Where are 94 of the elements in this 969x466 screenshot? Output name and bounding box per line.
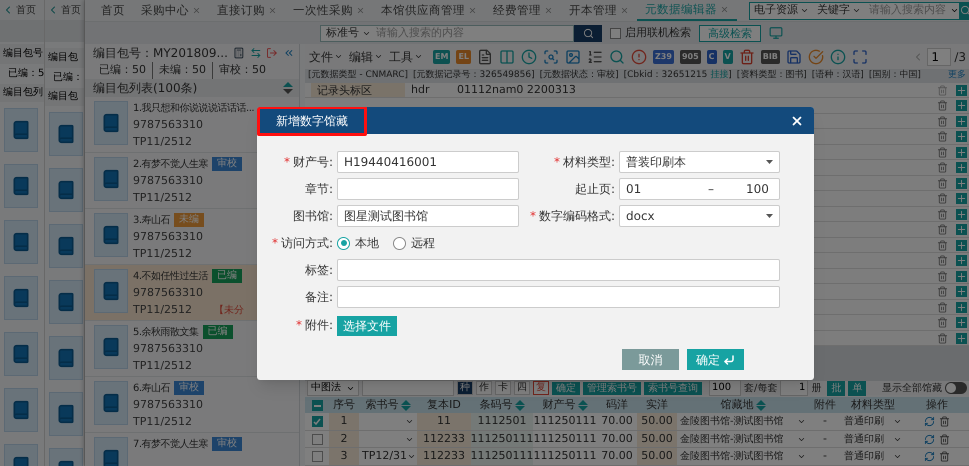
status-badge: 审校: [212, 437, 242, 451]
isbn-text: 9787563310: [133, 340, 204, 356]
field-label: 数字编码格式:: [538, 208, 615, 225]
info-text: [Cbkid：32651215 挂接]: [624, 69, 732, 82]
status-badge: 审校: [174, 381, 204, 395]
table-cell-text: 111250111: [534, 413, 596, 430]
table-cell-text: 112233: [423, 448, 465, 464]
table-cell-text: -: [823, 413, 827, 430]
table-cell-text: 111250111: [470, 430, 534, 447]
table-cell-text: 1: [340, 413, 348, 430]
info-text: [元数据记录号：326549856]: [413, 69, 535, 82]
table-cell-text: 3: [340, 448, 348, 464]
library-field: 图星测试图书馆: [337, 205, 519, 227]
table-cell-text: -: [823, 448, 827, 464]
table-cell-text: 70.00: [601, 413, 633, 430]
required-mark: *: [272, 235, 278, 252]
dialog-title: 新增数字馆藏: [257, 107, 367, 136]
copies-label: 册: [811, 382, 822, 396]
column-header: 实洋: [646, 397, 668, 414]
book-title: 3.寿山石: [133, 214, 170, 228]
book-title: 1.我只想和你说说说话话话...: [133, 102, 254, 116]
table-cell-text: -: [823, 430, 827, 447]
required-mark: *: [530, 208, 536, 225]
call-number: TP11/2512: [133, 302, 192, 318]
stats-text: 已编：5: [7, 66, 44, 81]
list-title: 编目包列表(100条): [93, 80, 198, 96]
package-label: 编目包号: [0, 44, 44, 64]
call-number: TP11/2512: [133, 358, 192, 374]
status-badge: 审校: [212, 157, 242, 171]
info-text: [元数据状态：审校]: [540, 69, 619, 82]
required-mark: *: [554, 154, 560, 171]
show-all-label: 显示全部馆藏: [882, 382, 942, 396]
table-cell-text: 70.00: [601, 430, 633, 447]
stats-text: 已编：: [52, 70, 84, 85]
field-tag: hdr: [405, 82, 451, 98]
table-cell-text: 50.00: [641, 430, 673, 447]
field-label: 备注:: [304, 289, 333, 306]
column-header: 附件: [814, 397, 836, 414]
field-label: 章节:: [304, 181, 333, 198]
isbn-text: 9787563310: [133, 396, 204, 412]
list-label: 编目包列: [0, 84, 44, 102]
info-text: [元数据类型 - CNMARC]: [308, 69, 408, 82]
call-number: TP11/2512: [133, 190, 192, 206]
table-cell-text: 50.00: [641, 448, 673, 464]
field-value: 01112nam0 2200313: [456, 82, 577, 98]
table-cell-text: 11: [437, 413, 451, 430]
table-cell-text: 70.00: [601, 448, 633, 464]
table-cell-text: 111250111: [534, 430, 596, 447]
column-header: 馆藏地: [720, 397, 754, 414]
book-title: 5.余秋雨散文集: [133, 326, 199, 340]
column-header: 条码号: [480, 397, 512, 414]
table-cell-text: 111250111: [470, 448, 534, 464]
table-cell-text: 111250111: [534, 448, 596, 464]
column-header: 材料类型: [851, 397, 895, 414]
status-badge: 未编: [174, 213, 204, 227]
field-name: 记录头标区: [311, 82, 405, 98]
column-header: 操作: [926, 397, 948, 414]
table-cell-text: 50.00: [641, 413, 673, 430]
required-mark: *: [284, 154, 290, 171]
stats-text: 已编：50: [99, 62, 147, 78]
call-number: TP11/2512: [133, 246, 192, 262]
book-title: 7.有梦不觉人生寒: [133, 438, 208, 452]
table-cell-text: 2: [340, 430, 348, 447]
isbn-text: 9787563310: [133, 172, 204, 188]
status-note: 【未分: [214, 304, 244, 318]
status-badge: 已编: [202, 325, 233, 339]
book-title: 2.有梦不觉人生寒: [133, 158, 208, 172]
package-number: 编目包号：MY201809...: [93, 45, 228, 62]
table-cell-text: 112233: [423, 430, 465, 447]
field-label: 附件:: [304, 317, 333, 334]
column-header: 复本ID: [427, 397, 461, 414]
info-text: [国别：中国]: [868, 69, 921, 82]
isbn-text: 9787563310: [133, 116, 204, 132]
isbn-text: 9787563310: [133, 228, 204, 244]
book-title: 6.寿山石: [133, 382, 170, 396]
info-text: [语种：汉语]: [812, 69, 864, 82]
status-badge: 已编: [212, 269, 242, 283]
package-label: 编目包: [45, 48, 84, 68]
call-number: TP11/2512: [133, 414, 192, 430]
list-label: 编目包: [45, 88, 84, 106]
info-text: [资料类型：图书]: [736, 69, 807, 82]
isbn-text: 9787563310: [133, 284, 204, 300]
page-total: /3: [954, 48, 966, 66]
table-cell-text: 1112501: [478, 413, 526, 430]
column-header: 码洋: [606, 397, 628, 414]
field-label: 起止页:: [574, 181, 615, 198]
field-label: 材料类型:: [562, 154, 615, 171]
column-header: 索书号: [366, 397, 398, 414]
column-header: 财产号: [542, 397, 576, 414]
sets-label: 套/每套: [744, 382, 778, 396]
book-title: 4.不如任性过生活: [133, 270, 208, 284]
column-header: 序号: [333, 397, 355, 414]
field-label: 标签:: [304, 262, 333, 279]
call-number: TP11/2512: [133, 134, 192, 150]
